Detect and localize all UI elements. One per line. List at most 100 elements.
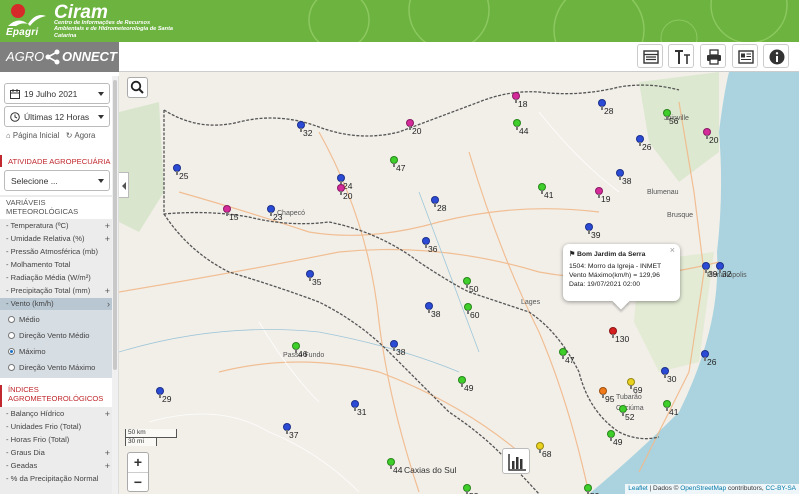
marker-stem [704, 357, 706, 361]
station-value-label: 36 [428, 244, 438, 254]
brand-right-text: ONNECT [62, 49, 117, 64]
variable-item[interactable]: - Pressão Atmosférica (mb) [0, 246, 116, 258]
station-value-label: 30 [667, 374, 677, 384]
place-label: Caxias do Sul [404, 465, 457, 475]
header-decoration [308, 0, 788, 42]
sidebar-collapse-button[interactable] [119, 172, 129, 198]
marker-stem [270, 212, 272, 216]
marker-stem [664, 374, 666, 378]
chart-button[interactable] [502, 448, 530, 474]
news-button[interactable] [732, 44, 758, 68]
wind-option-radio[interactable]: Máximo [8, 347, 46, 357]
station-value-label: 60 [470, 310, 480, 320]
marker-stem [598, 194, 600, 198]
marker-stem [340, 191, 342, 195]
marker-stem [705, 269, 707, 273]
station-value-label: 29 [162, 394, 172, 404]
index-item[interactable]: - Unidades Frio (Total) [0, 421, 116, 433]
variable-label: - Precipitação Total (mm) [6, 286, 91, 295]
radio-icon [8, 348, 15, 355]
variable-item[interactable]: - Umidade Relativa (%) + [0, 233, 116, 245]
map-search-button[interactable] [127, 77, 148, 98]
map-basemap: Joinville Blumenau Brusque Lages Passo F… [119, 72, 799, 494]
marker-stem [295, 349, 297, 353]
marker-stem [562, 355, 564, 359]
variable-label: - Radiação Média (W/m²) [6, 273, 91, 282]
info-button[interactable] [763, 44, 789, 68]
variable-item[interactable]: - Radiação Média (W/m²) [0, 272, 116, 284]
expand-icon: + [104, 221, 110, 231]
index-item[interactable]: - Horas Frio (Total) [0, 434, 116, 446]
marker-stem [541, 190, 543, 194]
scale-mi: 30 mi [125, 437, 157, 446]
search-icon [130, 80, 144, 94]
marker-stem [354, 407, 356, 411]
attribution-text: contributors, [726, 485, 766, 492]
index-item[interactable]: - Geadas + [0, 460, 116, 472]
station-value-label: 44 [519, 126, 529, 136]
index-label: - Graus Dia [6, 448, 45, 457]
variable-label: - Pressão Atmosférica (mb) [6, 247, 98, 256]
marker-stem [539, 449, 541, 453]
index-item[interactable]: - Graus Dia + [0, 447, 116, 459]
variable-item[interactable]: - Precipitação Total (mm) + [0, 285, 116, 297]
osm-link[interactable]: OpenStreetMap [680, 485, 726, 492]
leaflet-link[interactable]: Leaflet [628, 485, 648, 492]
station-value-label: 25 [179, 171, 189, 181]
calendar-icon [10, 89, 20, 99]
chevron-down-icon [98, 92, 104, 96]
wind-option-radio[interactable]: Direção Vento Médio [8, 331, 90, 341]
zoom-out-button[interactable]: − [128, 472, 148, 491]
period-select[interactable]: Últimas 12 Horas [4, 106, 110, 127]
map-view[interactable]: Joinville Blumenau Brusque Lages Passo F… [119, 72, 799, 494]
variable-item[interactable]: - Temperatura (ºC) + [0, 220, 116, 232]
sidebar-scrollbar[interactable] [112, 76, 118, 494]
indices-title-line2: AGROMETEOROLÓGICOS [8, 394, 104, 403]
index-item[interactable]: - % da Precipitação Normal [0, 473, 116, 485]
place-label: Blumenau [647, 189, 679, 196]
station-value-label: 26 [707, 357, 717, 367]
marker-stem [176, 171, 178, 175]
marker-stem [622, 412, 624, 416]
zoom-in-button[interactable]: + [128, 453, 148, 472]
info-icon [769, 49, 785, 65]
radio-icon [8, 364, 15, 371]
station-value-label: 39 [591, 230, 601, 240]
popup-close-button[interactable]: × [670, 246, 675, 255]
station-value-label: 26 [642, 142, 652, 152]
expand-icon: + [104, 448, 110, 458]
marker-stem [612, 334, 614, 338]
index-label: - Balanço Hídrico [6, 409, 65, 418]
wind-option-label: Médio [19, 315, 40, 324]
station-value-label: 15 [229, 212, 239, 222]
home-link[interactable]: ⌂ Página Inicial [6, 131, 59, 140]
marker-stem [300, 128, 302, 132]
variable-item[interactable]: - Vento (km/h) › [0, 298, 116, 310]
print-button[interactable] [700, 44, 726, 68]
attribution-text: | Dados © [647, 485, 681, 492]
station-value-label: 19 [601, 194, 611, 204]
expand-icon: + [104, 409, 110, 419]
atividade-select[interactable]: Selecione ... [4, 170, 110, 191]
list-button[interactable] [637, 44, 663, 68]
popup-line: Vento Máximo(km/h) = 129,96 [569, 272, 660, 279]
marker-stem [610, 437, 612, 441]
wind-option-radio[interactable]: Direção Vento Máximo [8, 363, 95, 373]
text-size-button[interactable] [668, 44, 694, 68]
index-item[interactable]: - Balanço Hídrico + [0, 408, 116, 420]
marker-stem [630, 385, 632, 389]
print-icon [707, 49, 721, 65]
station-value-label: 38 [622, 176, 632, 186]
station-value-label: 38 [396, 347, 406, 357]
now-link[interactable]: ↻ Agora [66, 131, 96, 140]
date-select[interactable]: 19 Julho 2021 [4, 83, 110, 104]
wind-option-radio[interactable]: Médio [8, 315, 40, 325]
variable-item[interactable]: - Molhamento Total [0, 259, 116, 271]
station-value-label: 95 [605, 394, 615, 404]
popup-line: 1504: Morro da Igreja - INMET [569, 263, 662, 270]
station-value-label: 56 [669, 116, 679, 126]
marker-stem [666, 407, 668, 411]
sidebar-scroll-thumb[interactable] [113, 80, 117, 370]
license-link[interactable]: CC-BY-SA [766, 485, 796, 492]
variable-label: - Molhamento Total [6, 260, 71, 269]
